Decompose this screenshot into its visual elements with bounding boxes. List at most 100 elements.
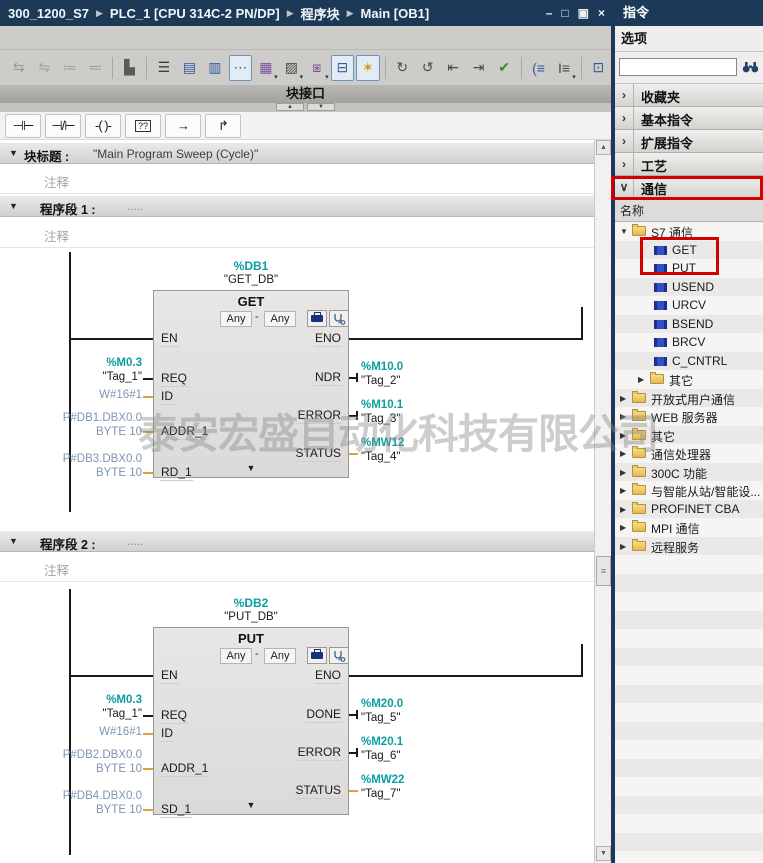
close-button[interactable]: ×	[598, 6, 605, 20]
operand-addr_1-line1[interactable]: P#DB1.DBX0.0	[28, 412, 142, 424]
operand-status-line1[interactable]: %MW22	[361, 774, 501, 786]
tree-item-web-server[interactable]: ▶WEB 服务器	[615, 407, 763, 426]
operand-error-line1[interactable]: %M20.1	[361, 736, 501, 748]
tree-item-urcv[interactable]: URCV	[615, 296, 763, 315]
chevron-right-icon[interactable]: ›	[615, 153, 634, 175]
convert-box-icon-dropdown[interactable]: ▾	[325, 73, 329, 81]
empty-box-icon[interactable]: ??	[125, 114, 161, 138]
update-block-call-icon[interactable]: ⇤	[441, 55, 464, 81]
block-comment[interactable]: 注释	[0, 168, 594, 194]
favorites-icon[interactable]: ✶	[356, 55, 379, 81]
operand-req-line1[interactable]: %M0.3	[28, 694, 142, 706]
section-communication[interactable]: ∨通信	[615, 176, 763, 199]
tree-expanded-icon[interactable]: ▼	[620, 227, 628, 236]
block-title-bar[interactable]: ▼ 块标题 : "Main Program Sweep (Cycle)"	[0, 143, 594, 164]
goto-previous-error-icon[interactable]: ↺	[416, 55, 439, 81]
block-expand-icon[interactable]: ▼	[154, 463, 348, 473]
tree-item-mpi-communication[interactable]: ▶MPI 通信	[615, 518, 763, 537]
network-2-header[interactable]: ▼程序段 2 :.....	[0, 531, 594, 552]
monitoring-options-icon-dropdown[interactable]: ▾	[572, 73, 576, 81]
options-row[interactable]: 选项	[615, 26, 763, 52]
operand-id-line1[interactable]: W#16#1	[28, 726, 142, 738]
tree-item-usend[interactable]: USEND	[615, 278, 763, 297]
operand-status-line1[interactable]: %MW12	[361, 437, 501, 449]
branch-toggle-icon[interactable]: ⊟	[331, 55, 354, 81]
pin-req-input[interactable]: REQ	[160, 708, 188, 724]
network-comments-icon[interactable]: ⋯	[229, 55, 252, 81]
tree-collapsed-icon[interactable]: ▶	[620, 505, 626, 514]
breadcrumb-main-ob1[interactable]: Main [OB1]	[361, 6, 430, 21]
network-sequence-icon[interactable]: ☰	[152, 55, 175, 81]
chevron-right-icon[interactable]: ›	[615, 107, 634, 129]
insert-row-icon[interactable]: ≔	[58, 55, 81, 81]
operand-error-line2[interactable]: "Tag_6"	[361, 750, 501, 762]
db-instance-operand[interactable]: %DB1	[153, 259, 349, 273]
consistency-check-icon[interactable]: ✔	[492, 55, 515, 81]
tree-collapsed-icon[interactable]: ▶	[620, 542, 626, 551]
operand-addr_1-line1[interactable]: P#DB2.DBX0.0	[28, 749, 142, 761]
operand-error-line1[interactable]: %M10.1	[361, 399, 501, 411]
tree-item-300c-functions[interactable]: ▶300C 功能	[615, 463, 763, 482]
close-branch-icon[interactable]: ↱	[205, 114, 241, 138]
tree-item-i-slave-i-device[interactable]: ▶与智能从站/智能设...	[615, 481, 763, 500]
breadcrumb-plc[interactable]: PLC_1 [CPU 314C-2 PN/DP]	[110, 6, 280, 21]
block-interface-header[interactable]: 块接口	[0, 85, 611, 103]
operand-done-line2[interactable]: "Tag_5"	[361, 712, 501, 724]
pin-ndr-output[interactable]: NDR	[314, 370, 342, 386]
float-button[interactable]: □	[561, 6, 568, 20]
box-instruction-icon-dropdown[interactable]: ▾	[274, 73, 278, 81]
type-select-right[interactable]: Any	[264, 311, 296, 327]
clear-tags-icon[interactable]: ⇋	[32, 55, 55, 81]
pin-status-output[interactable]: STATUS	[294, 446, 342, 462]
symbolic-operands-icon[interactable]: ▥	[203, 55, 226, 81]
function-block-put[interactable]: PUTAny-AnyENENOREQIDADDR_1SD_1DONEERRORS…	[153, 627, 349, 815]
pin-id-input[interactable]: ID	[160, 726, 174, 742]
search-input[interactable]	[619, 58, 737, 76]
sync-block-call-icon[interactable]: ⇥	[467, 55, 490, 81]
binoculars-icon[interactable]	[742, 60, 759, 78]
pin-error-output[interactable]: ERROR	[297, 408, 342, 424]
contact-nc-icon[interactable]: ⊣/⊢	[45, 114, 81, 138]
section-basic-instructions[interactable]: ›基本指令	[615, 107, 763, 130]
name-column-header[interactable]: 名称	[615, 200, 763, 222]
network-comment[interactable]: 注释	[0, 556, 594, 582]
tree-item-open-user-communication[interactable]: ▶开放式用户通信	[615, 389, 763, 408]
insert-row-after-icon[interactable]: ≕	[83, 55, 106, 81]
operand-req-line2[interactable]: "Tag_1"	[28, 371, 142, 383]
scroll-down-button[interactable]: ▼	[596, 846, 611, 861]
section-extended-instructions[interactable]: ›扩展指令	[615, 130, 763, 153]
coil-icon[interactable]: -( )-	[85, 114, 121, 138]
type-select-left[interactable]: Any	[220, 648, 252, 664]
tree-item-get[interactable]: GET	[615, 241, 763, 260]
type-select-right[interactable]: Any	[264, 648, 296, 664]
network-title-placeholder[interactable]: .....	[127, 199, 144, 213]
pin-addr_1-input[interactable]: ADDR_1	[160, 761, 209, 777]
tree-collapsed-icon[interactable]: ▶	[620, 431, 626, 440]
monitoring-onoff-icon[interactable]: (≡	[527, 55, 550, 81]
operand-ndr-line2[interactable]: "Tag_2"	[361, 375, 501, 387]
tree-collapsed-icon[interactable]: ▶	[620, 486, 626, 495]
swap-tags-icon[interactable]: ⇆	[7, 55, 30, 81]
tree-item-s7-communication[interactable]: ▼S7 通信	[615, 222, 763, 241]
tree-item-c-cntrl[interactable]: C_CNTRL	[615, 352, 763, 371]
db-instance-operand[interactable]: %DB2	[153, 596, 349, 610]
operand-done-line1[interactable]: %M20.0	[361, 698, 501, 710]
maximize-button[interactable]: ▣	[578, 6, 589, 20]
absolute-operands-icon[interactable]: ▤	[178, 55, 201, 81]
contact-no-icon[interactable]: ⊣⊢	[5, 114, 41, 138]
goto-next-error-icon[interactable]: ↻	[390, 55, 413, 81]
editor-scrollbar[interactable]: ▲ ≡ ▼	[594, 140, 611, 863]
pin-status-output[interactable]: STATUS	[294, 783, 342, 799]
collapse-triangle-icon[interactable]: ▼	[9, 148, 18, 158]
tree-collapsed-icon[interactable]: ▶	[620, 449, 626, 458]
splitter-collapse-button[interactable]: ▼	[307, 103, 335, 111]
monitoring-options-icon[interactable]: I≡▾	[552, 55, 575, 81]
section-favorites[interactable]: ›收藏夹	[615, 84, 763, 107]
convert-box-icon[interactable]: ⧆▾	[305, 55, 328, 81]
operand-status-line2[interactable]: "Tag_4"	[361, 451, 501, 463]
type-select-left[interactable]: Any	[220, 311, 252, 327]
splitter-expand-button[interactable]: ▲	[276, 103, 304, 111]
scroll-up-button[interactable]: ▲	[596, 140, 611, 155]
operand-status-line2[interactable]: "Tag_7"	[361, 788, 501, 800]
operand-rd_1-line2[interactable]: BYTE 10	[28, 467, 142, 479]
